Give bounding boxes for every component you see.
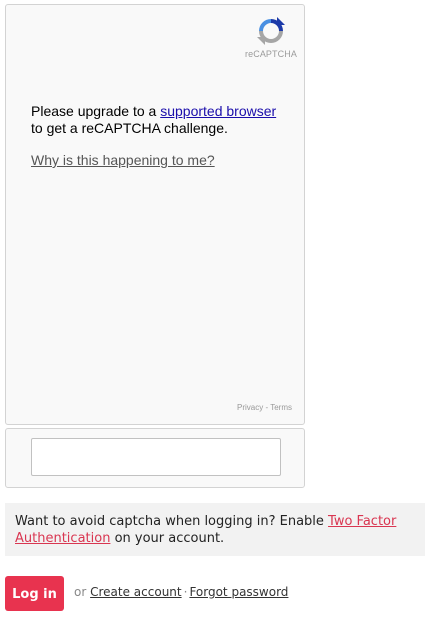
link-separator: · xyxy=(183,585,188,599)
two-factor-notice: Want to avoid captcha when logging in? E… xyxy=(5,503,425,556)
terms-link[interactable]: Terms xyxy=(270,403,292,412)
recaptcha-logo-text: reCAPTCHA xyxy=(245,49,297,59)
privacy-link[interactable]: Privacy xyxy=(237,403,263,412)
tfa-text-before: Want to avoid captcha when logging in? E… xyxy=(15,514,329,529)
create-account-link[interactable]: Create account xyxy=(90,585,182,599)
login-extra-links: or Create account · Forgot password xyxy=(74,585,288,599)
login-button[interactable]: Log in xyxy=(5,576,64,611)
recaptcha-icon xyxy=(257,17,285,45)
captcha-response-input[interactable] xyxy=(31,438,281,476)
tfa-text-after: on your account. xyxy=(110,531,225,546)
why-is-this-happening-link[interactable]: Why is this happening to me? xyxy=(31,152,215,168)
upgrade-prefix: Please upgrade to a xyxy=(31,103,161,119)
forgot-password-link[interactable]: Forgot password xyxy=(189,585,288,599)
recaptcha-frame: reCAPTCHA Please upgrade to a supported … xyxy=(5,4,305,425)
or-text: or xyxy=(74,585,87,599)
supported-browser-link[interactable]: supported browser xyxy=(160,103,276,119)
upgrade-message: Please upgrade to a supported browser to… xyxy=(31,103,296,137)
captcha-response-box xyxy=(5,428,305,488)
login-row: Log in or Create account · Forgot password xyxy=(5,576,425,611)
recaptcha-footer-links: Privacy - Terms xyxy=(237,403,292,412)
recaptcha-logo: reCAPTCHA xyxy=(242,15,300,59)
upgrade-suffix: to get a reCAPTCHA challenge. xyxy=(31,120,228,136)
